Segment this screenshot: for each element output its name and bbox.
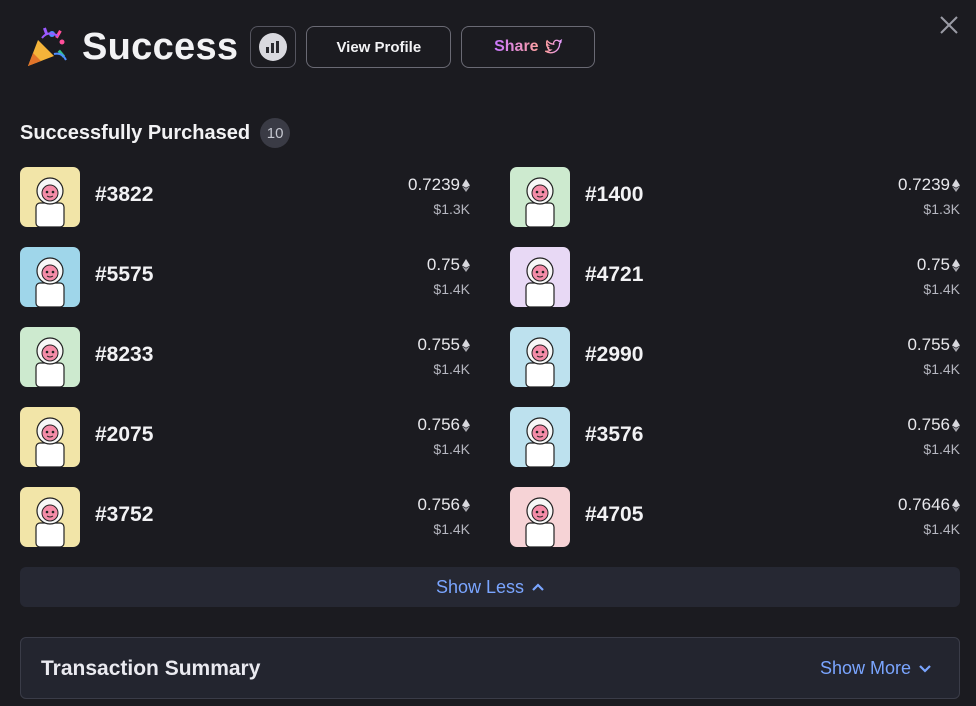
show-more-label: Show More: [819, 658, 911, 678]
item-name: #1400: [585, 183, 644, 206]
item-price: 0.755: [417, 335, 470, 355]
eth-icon: [952, 178, 960, 192]
purchased-item[interactable]: #3752 0.756 $1.4K: [20, 487, 470, 547]
eth-icon: [952, 498, 960, 512]
item-usd-price: $1.3K: [433, 201, 470, 217]
nft-thumbnail: [510, 487, 570, 547]
eth-icon: [952, 338, 960, 352]
chevron-up-icon: [532, 583, 544, 591]
eth-price-value: 0.755: [907, 335, 950, 354]
item-usd-price: $1.4K: [433, 361, 470, 377]
item-usd-price: $1.4K: [923, 441, 960, 457]
show-less-label: Show Less: [435, 576, 525, 597]
eth-price-value: 0.7239: [898, 175, 950, 194]
item-usd-price: $1.3K: [923, 201, 960, 217]
purchased-item[interactable]: #4705 0.7646 $1.4K: [510, 487, 960, 547]
section-title: Successfully Purchased: [20, 121, 251, 144]
nft-thumbnail: [20, 487, 80, 547]
purchased-item[interactable]: #1400 0.7239 $1.3K: [510, 167, 960, 227]
nft-thumbnail: [20, 407, 80, 467]
purchased-item[interactable]: #3822 0.7239 $1.3K: [20, 167, 470, 227]
item-price: 0.7239: [408, 175, 470, 195]
item-price: 0.755: [907, 335, 960, 355]
eth-price-value: 0.755: [417, 335, 460, 354]
purchased-item[interactable]: #2990 0.755 $1.4K: [510, 327, 960, 387]
eth-price-value: 0.756: [907, 415, 950, 434]
party-popper-icon: [28, 27, 67, 66]
chevron-down-icon: [919, 664, 931, 673]
purchased-section-header: Successfully Purchased 10: [20, 118, 291, 148]
item-name: #2990: [585, 343, 644, 366]
item-usd-price: $1.4K: [433, 521, 470, 537]
item-usd-price: $1.4K: [923, 281, 960, 297]
item-name: #3576: [585, 423, 644, 446]
twitter-icon: [544, 39, 562, 54]
eth-price-value: 0.756: [417, 495, 460, 514]
page-title: Success: [82, 25, 239, 68]
nft-thumbnail: [510, 407, 570, 467]
view-profile-button[interactable]: View Profile: [306, 26, 452, 68]
eth-price-value: 0.7239: [408, 175, 460, 194]
eth-icon: [462, 178, 470, 192]
item-name: #3752: [95, 503, 154, 526]
purchased-item[interactable]: #8233 0.755 $1.4K: [20, 327, 470, 387]
nft-thumbnail: [510, 247, 570, 307]
item-price: 0.756: [417, 495, 470, 515]
nft-thumbnail: [510, 327, 570, 387]
show-more-button[interactable]: Show More: [820, 658, 931, 679]
eth-price-value: 0.7646: [898, 495, 950, 514]
item-name: #2075: [95, 423, 154, 446]
eth-icon: [462, 418, 470, 432]
purchased-item[interactable]: #2075 0.756 $1.4K: [20, 407, 470, 467]
nft-thumbnail: [20, 327, 80, 387]
item-name: #8233: [95, 343, 154, 366]
stats-button[interactable]: [250, 26, 297, 68]
eth-icon: [462, 258, 470, 272]
nft-thumbnail: [20, 247, 80, 307]
item-name: #3822: [95, 183, 154, 206]
purchased-item[interactable]: #4721 0.75 $1.4K: [510, 247, 960, 307]
eth-price-value: 0.756: [417, 415, 460, 434]
eth-icon: [952, 418, 960, 432]
item-name: #5575: [95, 263, 154, 286]
close-icon[interactable]: [938, 14, 960, 36]
eth-price-value: 0.75: [916, 255, 950, 274]
item-price: 0.756: [417, 415, 470, 435]
eth-icon: [462, 498, 470, 512]
item-name: #4721: [585, 263, 644, 286]
show-less-button[interactable]: Show Less: [20, 567, 960, 607]
item-price: 0.756: [907, 415, 960, 435]
transaction-summary-panel: Transaction Summary Show More: [20, 637, 960, 699]
transaction-summary-title: Transaction Summary: [41, 657, 261, 680]
eth-icon: [952, 258, 960, 272]
item-price: 0.7239: [898, 175, 960, 195]
success-header: Success View Profile Share: [24, 24, 596, 70]
share-button[interactable]: Share: [461, 26, 596, 68]
chart-icon: [259, 33, 288, 61]
count-badge: 10: [260, 118, 291, 148]
purchased-item[interactable]: #5575 0.75 $1.4K: [20, 247, 470, 307]
item-usd-price: $1.4K: [923, 521, 960, 537]
nft-thumbnail: [20, 167, 80, 227]
eth-icon: [462, 338, 470, 352]
item-usd-price: $1.4K: [923, 361, 960, 377]
item-price: 0.75: [917, 255, 960, 275]
item-price: 0.75: [427, 255, 470, 275]
item-usd-price: $1.4K: [433, 281, 470, 297]
share-label: Share: [494, 38, 539, 55]
item-usd-price: $1.4K: [433, 441, 470, 457]
nft-thumbnail: [510, 167, 570, 227]
purchased-item[interactable]: #3576 0.756 $1.4K: [510, 407, 960, 467]
eth-price-value: 0.75: [426, 255, 460, 274]
item-price: 0.7646: [898, 495, 960, 515]
item-name: #4705: [585, 503, 644, 526]
